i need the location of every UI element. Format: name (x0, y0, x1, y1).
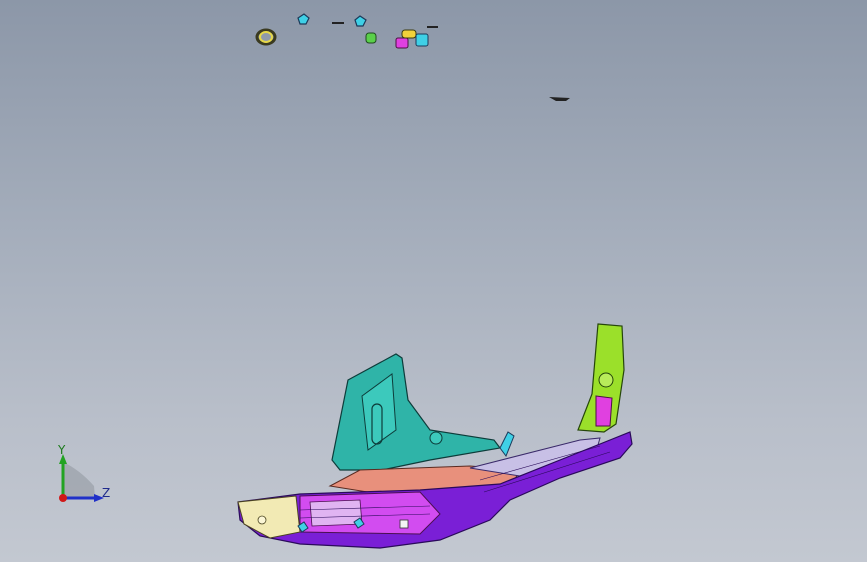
front-cap-hole (257, 515, 267, 525)
z-axis-label: Z (102, 486, 111, 500)
green-pillar-hole (598, 372, 614, 388)
cream-front-cap (237, 495, 301, 539)
teal-inner-panel (331, 353, 502, 471)
pillar-magenta-bracket (595, 395, 613, 427)
graphics-viewport[interactable]: Y Z (0, 0, 867, 562)
clip-part-cyan (415, 33, 429, 47)
coordinate-triad: Y Z (50, 440, 120, 510)
pin-part-1 (332, 22, 344, 24)
cyan-bracket (499, 431, 515, 458)
nut-part-2 (354, 15, 367, 27)
clip-part-yellow (401, 29, 417, 39)
y-axis-label: Y (58, 443, 66, 457)
clip-part-green (365, 32, 377, 44)
pin-part-2 (427, 26, 438, 28)
sill-white-tab (399, 519, 409, 529)
triad-plane (63, 462, 95, 498)
x-axis-dot (59, 494, 67, 502)
cad-model-scene[interactable] (0, 0, 867, 562)
ring-part-inner (259, 31, 273, 43)
side-panel-assembly[interactable] (237, 323, 633, 549)
bracket-part-distant (549, 97, 570, 101)
floating-fasteners (255, 13, 570, 101)
clip-part-magenta (395, 37, 409, 49)
teal-panel-hole (429, 431, 443, 445)
nut-part-1 (297, 13, 310, 25)
